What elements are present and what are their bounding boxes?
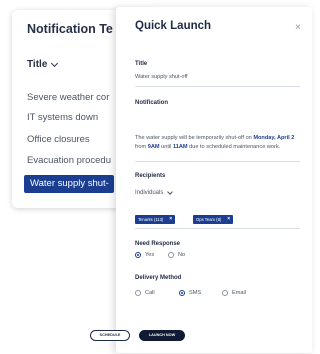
modal-title: Quick Launch: [135, 20, 212, 32]
recipients-type-dropdown[interactable]: Individuals: [135, 189, 174, 196]
need-response-yes[interactable]: Yes: [135, 252, 154, 258]
chip-label: Ops Team (8): [196, 217, 222, 222]
recipients-type-value: Individuals: [135, 190, 164, 196]
need-response-no[interactable]: No: [168, 252, 185, 258]
panel-title: Notification Te: [27, 22, 113, 36]
template-item[interactable]: Office closures: [27, 134, 90, 145]
delivery-call[interactable]: Call: [135, 290, 155, 296]
sort-label: Title: [27, 59, 48, 70]
close-icon[interactable]: ×: [295, 22, 301, 33]
need-response-label: Need Response: [135, 241, 181, 247]
title-field-label: Title: [135, 61, 148, 67]
launch-now-button[interactable]: LAUNCH NOW: [139, 330, 185, 341]
recipient-chip: Tenants (113) ×: [135, 215, 176, 224]
remove-chip-icon[interactable]: ×: [169, 215, 172, 224]
delivery-sms[interactable]: SMS: [179, 290, 201, 296]
radio-icon: [135, 290, 141, 296]
recipients-label: Recipients: [135, 173, 166, 179]
quick-launch-modal: Quick Launch × Title Water supply shut-o…: [116, 7, 312, 353]
template-item[interactable]: IT systems down: [27, 112, 98, 123]
title-input[interactable]: Water supply shut-off: [135, 74, 188, 80]
chip-label: Tenants (113): [138, 217, 164, 222]
radio-selected-icon: [179, 290, 185, 296]
notification-textarea[interactable]: The water supply will be temporarily shu…: [135, 134, 295, 151]
template-item-selected[interactable]: Water supply shut-: [24, 175, 114, 193]
chevron-down-icon: [51, 59, 59, 67]
radio-icon: [222, 290, 228, 296]
recipient-chip: Ops Team (8) ×: [193, 215, 234, 224]
delivery-email[interactable]: Email: [222, 290, 246, 296]
notification-field-label: Notification: [135, 100, 168, 106]
divider: [135, 228, 300, 229]
divider: [135, 86, 300, 87]
divider: [135, 161, 300, 162]
sort-dropdown[interactable]: Title: [27, 59, 59, 70]
template-item[interactable]: Severe weather cor: [27, 92, 109, 103]
template-item[interactable]: Evacuation procedu: [27, 155, 111, 166]
radio-selected-icon: [135, 252, 141, 258]
schedule-button[interactable]: SCHEDULE: [90, 330, 130, 341]
chevron-down-icon: [167, 189, 174, 195]
delivery-method-label: Delivery Method: [135, 275, 182, 281]
remove-chip-icon[interactable]: ×: [227, 215, 230, 224]
radio-icon: [168, 252, 174, 258]
